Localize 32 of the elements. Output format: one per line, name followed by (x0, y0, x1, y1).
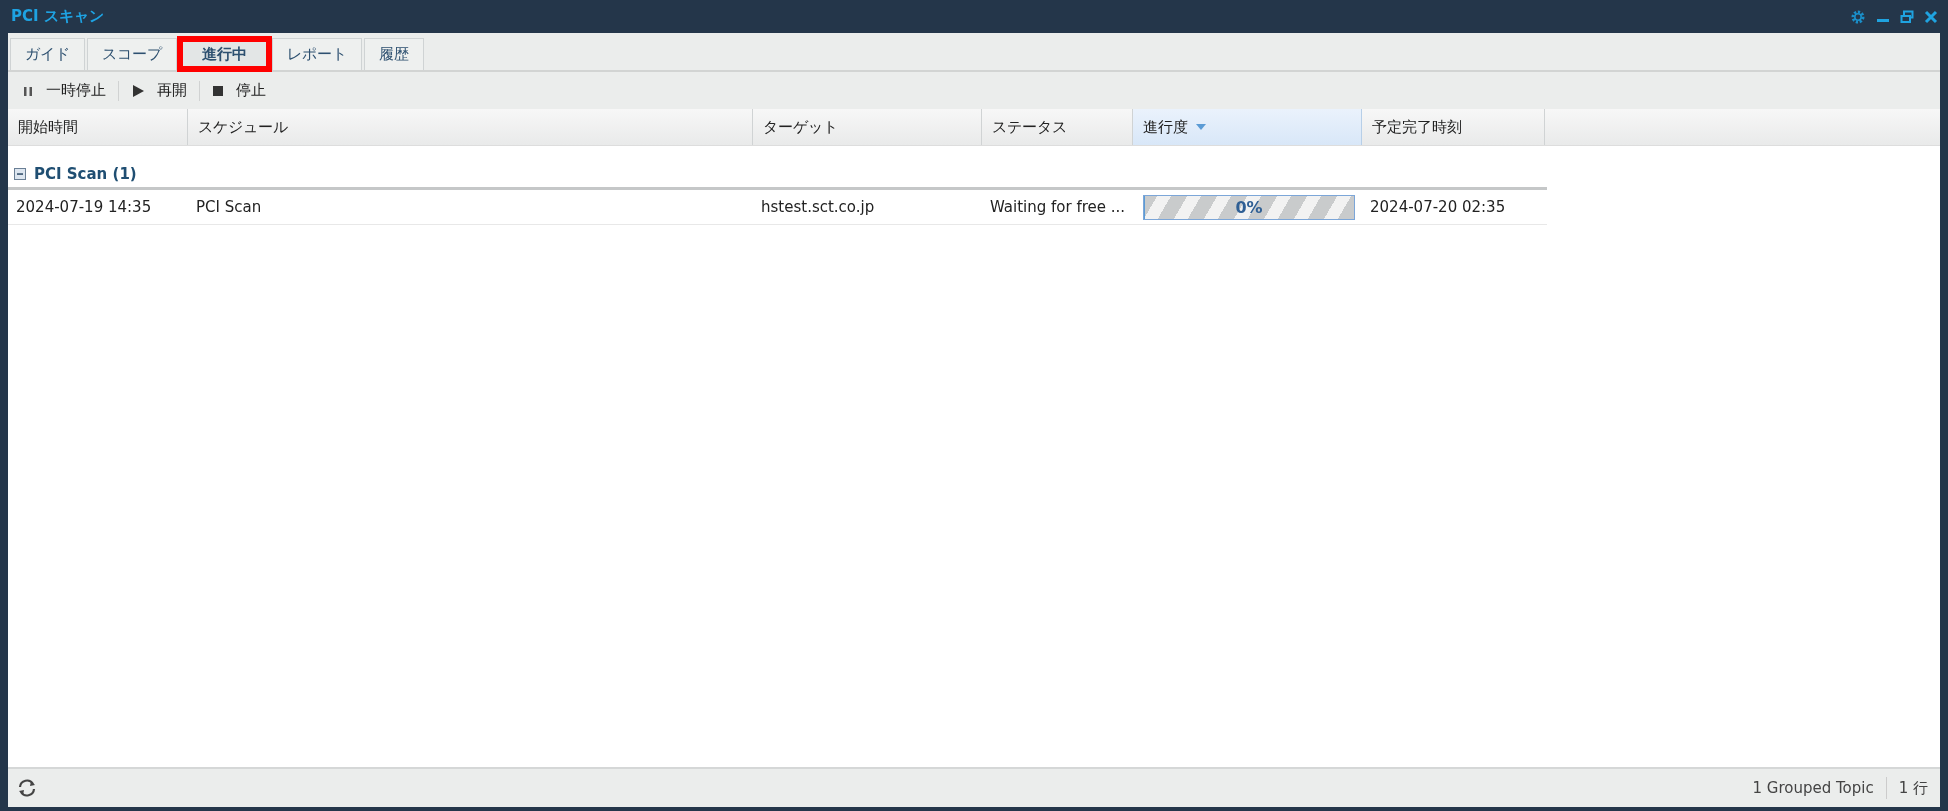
close-icon[interactable] (1924, 9, 1938, 24)
row-count: 1 行 (1898, 778, 1928, 798)
column-header[interactable]: 予定完了時刻 (1362, 109, 1545, 145)
settings-icon[interactable] (1850, 8, 1866, 25)
table-cell-text: PCI Scan (195, 197, 263, 218)
column-header[interactable]: ターゲット (753, 109, 982, 145)
tab[interactable]: ガイド (10, 38, 85, 70)
table-cell-text: 2024-07-19 14:35 (15, 197, 153, 218)
progress-reading: 0% (1235, 197, 1263, 217)
pause-icon (22, 84, 34, 97)
toolbar-button[interactable]: 再開 (127, 81, 191, 100)
column-header[interactable]: スケジュール (188, 109, 753, 145)
toolbar-button[interactable]: 一時停止 (18, 81, 110, 100)
group-label: PCI Scan (1) (34, 164, 137, 183)
sort-caret-icon (1196, 124, 1206, 130)
column-header[interactable]: 進行度 (1133, 109, 1362, 145)
toolbar-button[interactable]: 停止 (208, 81, 270, 100)
window-title: PCI スキャン (10, 7, 104, 26)
table-cell-text: 2024-07-20 02:35 (1369, 197, 1507, 218)
tab[interactable]: レポート (272, 38, 362, 70)
grouped-count: 1 Grouped Topic (1752, 779, 1874, 797)
play-icon (131, 83, 145, 98)
stop-icon (212, 84, 224, 97)
table-cell-text: hstest.sct.co.jp (760, 197, 876, 218)
tab[interactable]: 履歴 (364, 38, 424, 70)
column-header[interactable]: 開始時間 (8, 109, 188, 145)
refresh-icon[interactable] (16, 777, 38, 799)
tab[interactable]: 進行中 (179, 38, 270, 70)
table-cell-text: Waiting for free ... (989, 197, 1127, 218)
tab[interactable]: スコープ (87, 38, 177, 70)
collapse-icon[interactable] (14, 167, 26, 180)
restore-icon[interactable] (1900, 9, 1914, 24)
